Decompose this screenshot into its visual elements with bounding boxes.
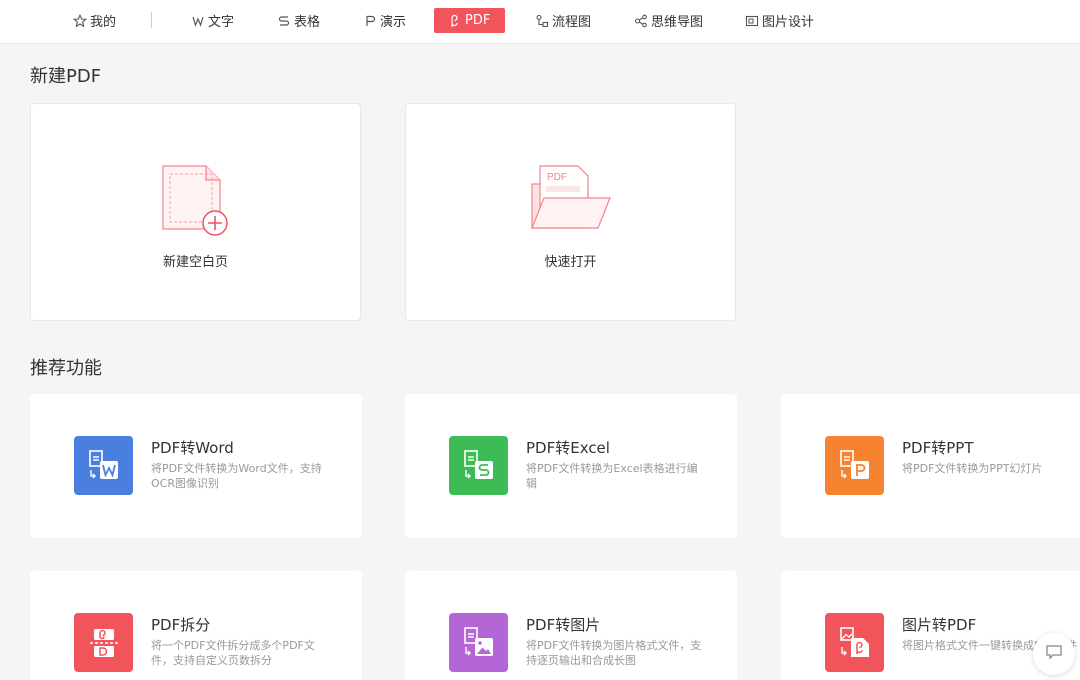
tab-mindmap[interactable]: 思维导图 bbox=[634, 8, 703, 33]
open-folder-pdf-icon: PDF bbox=[530, 162, 612, 238]
feature-card-pdf-to-image[interactable]: PDF转图片 将PDF文件转换为图片格式文件，支持逐页输出和合成长图 bbox=[405, 571, 737, 680]
quick-open-card[interactable]: PDF 快速打开 bbox=[405, 103, 736, 321]
feature-desc: 将PDF文件转换为PPT幻灯片 bbox=[902, 462, 1043, 475]
flowchart-icon bbox=[535, 14, 549, 28]
feature-title: PDF拆分 bbox=[151, 616, 211, 634]
tab-flowchart[interactable]: 流程图 bbox=[535, 8, 591, 33]
feature-desc: 将PDF文件转换为Word文件，支持OCR图像识别 bbox=[151, 462, 322, 490]
feature-card-pdf-split[interactable]: PDF拆分 将一个PDF文件拆分成多个PDF文件，支持自定义页数拆分 bbox=[30, 571, 362, 680]
feature-desc: 将一个PDF文件拆分成多个PDF文件，支持自定义页数拆分 bbox=[151, 639, 315, 667]
feature-card-pdf-to-ppt[interactable]: PDF转PPT 将PDF文件转换为PPT幻灯片 bbox=[781, 394, 1080, 538]
tab-label: 流程图 bbox=[552, 15, 592, 30]
new-blank-page-card[interactable]: 新建空白页 bbox=[30, 103, 361, 321]
feature-title: PDF转Word bbox=[151, 439, 234, 457]
tab-label: 演示 bbox=[380, 15, 407, 30]
tab-label: 思维导图 bbox=[651, 15, 704, 30]
tab-label: 文字 bbox=[208, 15, 235, 30]
feature-desc: 将PDF文件转换为Excel表格进行编辑 bbox=[526, 462, 698, 490]
feature-card-pdf-to-word[interactable]: PDF转Word 将PDF文件转换为Word文件，支持OCR图像识别 bbox=[30, 394, 362, 538]
feature-card-pdf-to-excel[interactable]: PDF转Excel 将PDF文件转换为Excel表格进行编辑 bbox=[405, 394, 737, 538]
tab-divider bbox=[151, 12, 152, 28]
feature-title: PDF转图片 bbox=[526, 616, 601, 634]
tab-label: 图片设计 bbox=[762, 15, 815, 30]
pdf-to-word-icon bbox=[74, 436, 133, 495]
chat-button[interactable] bbox=[1033, 633, 1075, 675]
tab-sheets[interactable]: 表格 bbox=[277, 8, 320, 33]
new-blank-page-label: 新建空白页 bbox=[162, 255, 228, 270]
tab-slides[interactable]: 演示 bbox=[363, 8, 406, 33]
tab-label: 表格 bbox=[294, 15, 321, 30]
s-sheet-icon bbox=[277, 14, 291, 28]
mindmap-icon bbox=[634, 14, 648, 28]
pdf-icon bbox=[448, 14, 462, 28]
pdf-to-ppt-icon bbox=[825, 436, 884, 495]
feature-title: PDF转Excel bbox=[526, 439, 610, 457]
blank-page-plus-icon bbox=[160, 162, 232, 242]
quick-open-label: 快速打开 bbox=[544, 255, 597, 270]
w-doc-icon bbox=[191, 14, 205, 28]
tab-label: PDF bbox=[465, 13, 491, 28]
pdf-to-excel-icon bbox=[449, 436, 508, 495]
feature-title: PDF转PPT bbox=[902, 439, 974, 457]
image-to-pdf-icon bbox=[825, 613, 884, 672]
feature-title: 图片转PDF bbox=[902, 616, 977, 634]
section-title-new-pdf: 新建PDF bbox=[30, 66, 102, 87]
feature-desc: 将PDF文件转换为图片格式文件，支持逐页输出和合成长图 bbox=[526, 639, 702, 667]
section-title-recommend: 推荐功能 bbox=[30, 358, 102, 379]
p-slides-icon bbox=[363, 14, 377, 28]
tab-pdf[interactable]: PDF bbox=[434, 8, 505, 33]
image-design-icon bbox=[745, 14, 759, 28]
tab-label: 我的 bbox=[90, 15, 117, 30]
star-icon bbox=[73, 13, 87, 28]
tab-image-design[interactable]: 图片设计 bbox=[745, 8, 814, 33]
chat-bubble-icon bbox=[1045, 643, 1063, 665]
folder-pdf-text: PDF bbox=[547, 172, 567, 183]
pdf-to-image-icon bbox=[449, 613, 508, 672]
tab-writer[interactable]: 文字 bbox=[191, 8, 234, 33]
top-nav: 我的 文字 表格 演示 PDF 流程图 思维导图 图片设计 bbox=[0, 0, 1080, 44]
tab-mine[interactable]: 我的 bbox=[73, 8, 116, 33]
pdf-split-icon bbox=[74, 613, 133, 672]
